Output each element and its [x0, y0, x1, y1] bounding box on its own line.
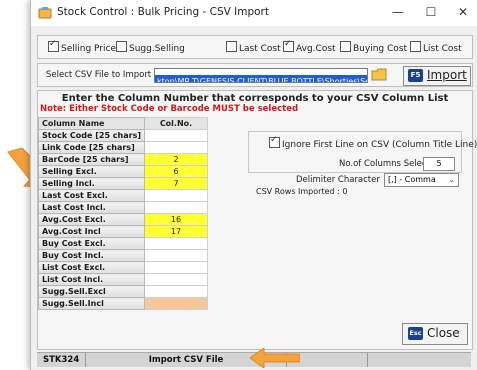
- table-row: Avg.Cost Incl 17: [37, 225, 209, 238]
- csv-file-path-input[interactable]: ktop\MR.T\GENESIS CLIENT\BLUE BOTTLE\Sho…: [154, 68, 368, 83]
- status-code: STK324: [37, 353, 86, 367]
- table-row: Avg.Cost Excl. 16: [37, 213, 209, 226]
- selling-prices-checkbox[interactable]: Selling Prices: [48, 39, 121, 54]
- buying-cost-checkbox[interactable]: Buying Cost: [340, 41, 407, 54]
- row-label: Selling Incl.: [37, 177, 146, 190]
- import-button[interactable]: F5 Import: [403, 66, 471, 86]
- table-row: List Cost Incl.: [37, 273, 209, 286]
- row-label: Last Cost Excl.: [37, 189, 146, 202]
- column-mapping-table: Column Name Col.No. Stock Code [25 chars…: [37, 117, 209, 310]
- col-no-input[interactable]: [144, 141, 209, 154]
- row-label: Avg.Cost Incl: [37, 225, 146, 238]
- checkbox-checked-icon: [269, 135, 280, 148]
- table-row: List Cost Excl.: [37, 261, 209, 274]
- row-label: Sugg.Sell.Incl: [37, 297, 146, 310]
- col-no-input[interactable]: 6: [144, 165, 209, 178]
- row-label: Avg.Cost Excl.: [37, 213, 146, 226]
- col-no-input[interactable]: [144, 261, 209, 274]
- table-row: Selling Incl. 7: [37, 177, 209, 190]
- file-select-panel: Select CSV File to Import ktop\MR.T\GENE…: [37, 63, 473, 87]
- f5-key-icon: F5: [408, 69, 423, 82]
- row-label: BarCode [25 chars]: [37, 153, 146, 166]
- row-label: Buy Cost Incl.: [37, 249, 146, 262]
- table-row: Sugg.Sell.Excl: [37, 285, 209, 298]
- folder-icon[interactable]: [371, 67, 387, 82]
- delimiter-select[interactable]: [,] - Comma ⌄: [384, 173, 459, 187]
- row-label: Stock Code [25 chars]: [37, 129, 146, 142]
- col-no-input[interactable]: 17: [144, 225, 209, 238]
- col-no-input[interactable]: [144, 189, 209, 202]
- row-label: Last Cost Incl.: [37, 201, 146, 214]
- row-label: List Cost Excl.: [37, 261, 146, 274]
- close-window-button[interactable]: ✕: [453, 5, 473, 19]
- row-label: Selling Excl.: [37, 165, 146, 178]
- table-row: Last Cost Excl.: [37, 189, 209, 202]
- row-label: Link Code [25 chars]: [37, 141, 146, 154]
- row-label: Buy Cost Excl.: [37, 237, 146, 250]
- sugg-selling-checkbox[interactable]: Sugg.Selling: [116, 41, 185, 54]
- table-row: Buy Cost Incl.: [37, 249, 209, 262]
- column-name-header: Column Name: [37, 117, 146, 130]
- instruction-note: Note: Either Stock Code or Barcode MUST …: [40, 104, 299, 114]
- col-no-input[interactable]: [144, 201, 209, 214]
- delimiter-label: Delimiter Character: [296, 175, 380, 185]
- table-header-row: Column Name Col.No.: [37, 117, 209, 130]
- table-row: Selling Excl. 6: [37, 165, 209, 178]
- col-no-input[interactable]: 7: [144, 177, 209, 190]
- table-row: Link Code [25 chars]: [37, 141, 209, 154]
- table-row: Stock Code [25 chars]: [37, 129, 209, 142]
- import-label: Import: [427, 68, 467, 82]
- checkbox-empty-icon: [226, 41, 237, 52]
- col-no-input[interactable]: 2: [144, 153, 209, 166]
- checkbox-empty-icon: [410, 41, 421, 52]
- row-label: List Cost Incl.: [37, 273, 146, 286]
- row-label: Sugg.Sell.Excl: [37, 285, 146, 298]
- last-cost-checkbox[interactable]: Last Cost: [226, 41, 281, 54]
- price-options-panel: Selling Prices Sugg.Selling Last Cost Av…: [37, 35, 473, 59]
- bottom-annotation-arrow-icon: [250, 348, 300, 368]
- minimize-button[interactable]: —: [388, 5, 408, 19]
- checkbox-empty-icon: [116, 41, 127, 52]
- col-no-input[interactable]: [144, 285, 209, 298]
- columns-selected-value: 5: [423, 157, 455, 171]
- avg-cost-checkbox[interactable]: Avg.Cost: [283, 39, 336, 54]
- checkbox-checked-icon: [48, 39, 59, 52]
- csv-settings-group: Ignore First Line on CSV (Column Title L…: [248, 131, 477, 173]
- close-label: Close: [427, 326, 460, 340]
- col-no-input[interactable]: [144, 297, 209, 310]
- table-row: Sugg.Sell.Incl: [37, 297, 209, 310]
- file-select-label: Select CSV File to Import: [46, 70, 152, 80]
- table-row: Last Cost Incl.: [37, 201, 209, 214]
- title-bar: Stock Control : Bulk Pricing - CSV Impor…: [31, 0, 477, 26]
- column-mapping-panel: Enter the Column Number that corresponds…: [37, 90, 477, 350]
- list-cost-checkbox[interactable]: List Cost: [410, 41, 462, 54]
- table-row: BarCode [25 chars] 2: [37, 153, 209, 166]
- col-no-header: Col.No.: [144, 117, 209, 130]
- checkbox-checked-icon: [283, 39, 294, 52]
- close-button[interactable]: Esc Close: [402, 323, 468, 345]
- col-no-input[interactable]: 16: [144, 213, 209, 226]
- col-no-input[interactable]: [144, 129, 209, 142]
- col-no-input[interactable]: [144, 273, 209, 286]
- instruction-heading: Enter the Column Number that corresponds…: [61, 93, 449, 104]
- table-row: Buy Cost Excl.: [37, 237, 209, 250]
- checkbox-empty-icon: [340, 41, 351, 52]
- csv-rows-imported: CSV Rows Imported : 0: [256, 187, 348, 196]
- maximize-button[interactable]: ☐: [421, 5, 441, 19]
- esc-key-icon: Esc: [408, 327, 423, 340]
- col-no-input[interactable]: [144, 249, 209, 262]
- app-icon: [38, 7, 52, 19]
- ignore-first-line-checkbox[interactable]: Ignore First Line on CSV (Column Title L…: [269, 135, 477, 150]
- window-title: Stock Control : Bulk Pricing - CSV Impor…: [57, 6, 269, 18]
- app-window: Stock Control : Bulk Pricing - CSV Impor…: [30, 0, 477, 370]
- col-no-input[interactable]: [144, 237, 209, 250]
- chevron-down-icon: ⌄: [448, 175, 455, 184]
